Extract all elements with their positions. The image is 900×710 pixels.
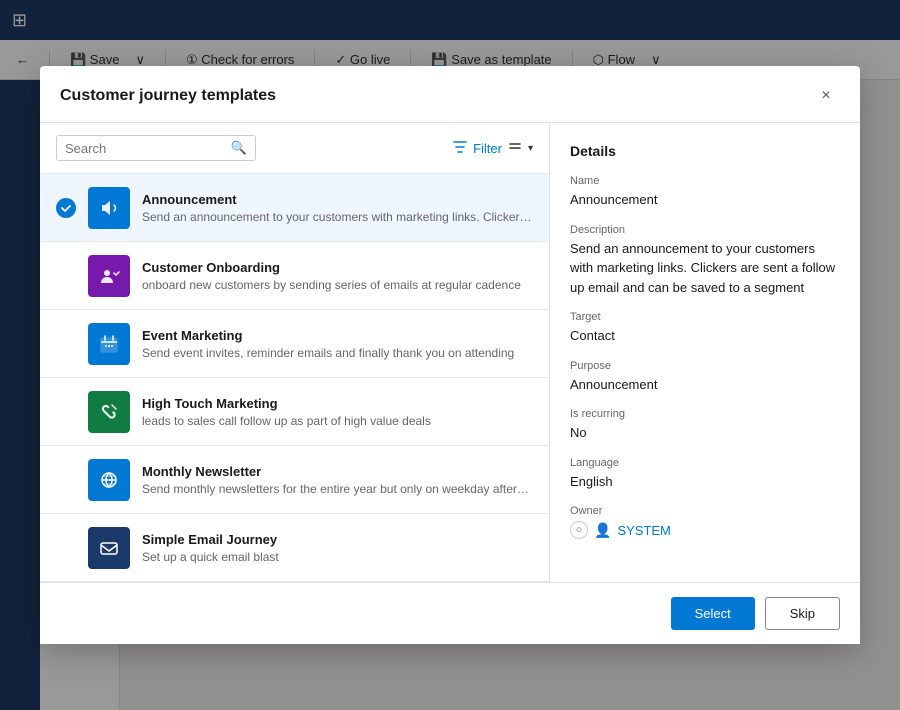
filter-chevron-icon: ▾ xyxy=(528,143,533,154)
owner-row: ○ 👤 SYSTEM xyxy=(570,521,840,539)
template-list: Announcement Send an announcement to you… xyxy=(40,174,549,582)
filter-label: Filter xyxy=(473,141,502,156)
detail-name-field: Name Announcement xyxy=(570,175,840,210)
check-empty-newsletter xyxy=(56,470,76,490)
detail-description-value: Send an announcement to your customers w… xyxy=(570,239,840,298)
filter-icon xyxy=(453,140,467,157)
template-item-simple-email[interactable]: Simple Email Journey Set up a quick emai… xyxy=(40,514,549,582)
detail-recurring-label: Is recurring xyxy=(570,408,840,420)
skip-button[interactable]: Skip xyxy=(765,597,840,630)
detail-purpose-field: Purpose Announcement xyxy=(570,360,840,395)
simple-email-name: Simple Email Journey xyxy=(142,532,533,547)
event-marketing-name: Event Marketing xyxy=(142,328,533,343)
check-empty-onboarding xyxy=(56,266,76,286)
detail-purpose-label: Purpose xyxy=(570,360,840,372)
monthly-newsletter-desc: Send monthly newsletters for the entire … xyxy=(142,482,533,496)
detail-language-field: Language English xyxy=(570,457,840,492)
simple-email-desc: Set up a quick email blast xyxy=(142,550,533,564)
template-list-panel: 🔍 Filter xyxy=(40,123,550,582)
announcement-icon xyxy=(88,187,130,229)
detail-description-label: Description xyxy=(570,224,840,236)
owner-link[interactable]: SYSTEM xyxy=(617,523,670,538)
modal-body: 🔍 Filter xyxy=(40,123,860,582)
modal-footer: Select Skip xyxy=(40,582,860,644)
check-empty-hightouch xyxy=(56,402,76,422)
customer-onboarding-icon xyxy=(88,255,130,297)
search-bar: 🔍 Filter xyxy=(40,123,549,174)
detail-owner-label: Owner xyxy=(570,505,840,517)
template-item-announcement[interactable]: Announcement Send an announcement to you… xyxy=(40,174,549,242)
details-title: Details xyxy=(570,143,840,159)
detail-description-field: Description Send an announcement to your… xyxy=(570,224,840,298)
detail-name-label: Name xyxy=(570,175,840,187)
close-button[interactable]: × xyxy=(812,82,840,110)
simple-email-icon xyxy=(88,527,130,569)
template-item-customer-onboarding[interactable]: Customer Onboarding onboard new customer… xyxy=(40,242,549,310)
modal-overlay: Customer journey templates × 🔍 xyxy=(0,0,900,710)
check-empty-event xyxy=(56,334,76,354)
template-item-event-marketing[interactable]: Event Marketing Send event invites, remi… xyxy=(40,310,549,378)
modal-header: Customer journey templates × xyxy=(40,66,860,123)
owner-avatar-icon: ○ xyxy=(570,521,588,539)
detail-purpose-value: Announcement xyxy=(570,375,840,395)
monthly-newsletter-info: Monthly Newsletter Send monthly newslett… xyxy=(142,464,533,496)
high-touch-info: High Touch Marketing leads to sales call… xyxy=(142,396,533,428)
detail-recurring-field: Is recurring No xyxy=(570,408,840,443)
check-empty-email xyxy=(56,538,76,558)
detail-name-value: Announcement xyxy=(570,190,840,210)
details-panel: Details Name Announcement Description Se… xyxy=(550,123,860,582)
announcement-desc: Send an announcement to your customers w… xyxy=(142,210,533,224)
detail-recurring-value: No xyxy=(570,423,840,443)
search-input[interactable] xyxy=(65,141,225,156)
monthly-newsletter-icon xyxy=(88,459,130,501)
detail-owner-field: Owner ○ 👤 SYSTEM xyxy=(570,505,840,539)
filter-button[interactable]: Filter ▾ xyxy=(453,140,533,157)
announcement-info: Announcement Send an announcement to you… xyxy=(142,192,533,224)
detail-target-value: Contact xyxy=(570,326,840,346)
modal-dialog: Customer journey templates × 🔍 xyxy=(40,66,860,644)
customer-onboarding-desc: onboard new customers by sending series … xyxy=(142,278,533,292)
simple-email-info: Simple Email Journey Set up a quick emai… xyxy=(142,532,533,564)
event-marketing-icon xyxy=(88,323,130,365)
customer-onboarding-info: Customer Onboarding onboard new customer… xyxy=(142,260,533,292)
monthly-newsletter-name: Monthly Newsletter xyxy=(142,464,533,479)
detail-language-value: English xyxy=(570,472,840,492)
high-touch-desc: leads to sales call follow up as part of… xyxy=(142,414,533,428)
detail-target-label: Target xyxy=(570,311,840,323)
search-icon: 🔍 xyxy=(231,140,247,156)
template-item-monthly-newsletter[interactable]: Monthly Newsletter Send monthly newslett… xyxy=(40,446,549,514)
high-touch-name: High Touch Marketing xyxy=(142,396,533,411)
owner-person-icon: 👤 xyxy=(594,522,611,539)
high-touch-icon xyxy=(88,391,130,433)
detail-target-field: Target Contact xyxy=(570,311,840,346)
selected-check-announcement xyxy=(56,198,76,218)
search-input-wrap[interactable]: 🔍 xyxy=(56,135,256,161)
customer-onboarding-name: Customer Onboarding xyxy=(142,260,533,275)
filter-menu-icon xyxy=(508,140,522,157)
detail-language-label: Language xyxy=(570,457,840,469)
event-marketing-info: Event Marketing Send event invites, remi… xyxy=(142,328,533,360)
select-button[interactable]: Select xyxy=(671,597,755,630)
template-item-high-touch[interactable]: High Touch Marketing leads to sales call… xyxy=(40,378,549,446)
announcement-name: Announcement xyxy=(142,192,533,207)
event-marketing-desc: Send event invites, reminder emails and … xyxy=(142,346,533,360)
modal-title: Customer journey templates xyxy=(60,87,276,105)
